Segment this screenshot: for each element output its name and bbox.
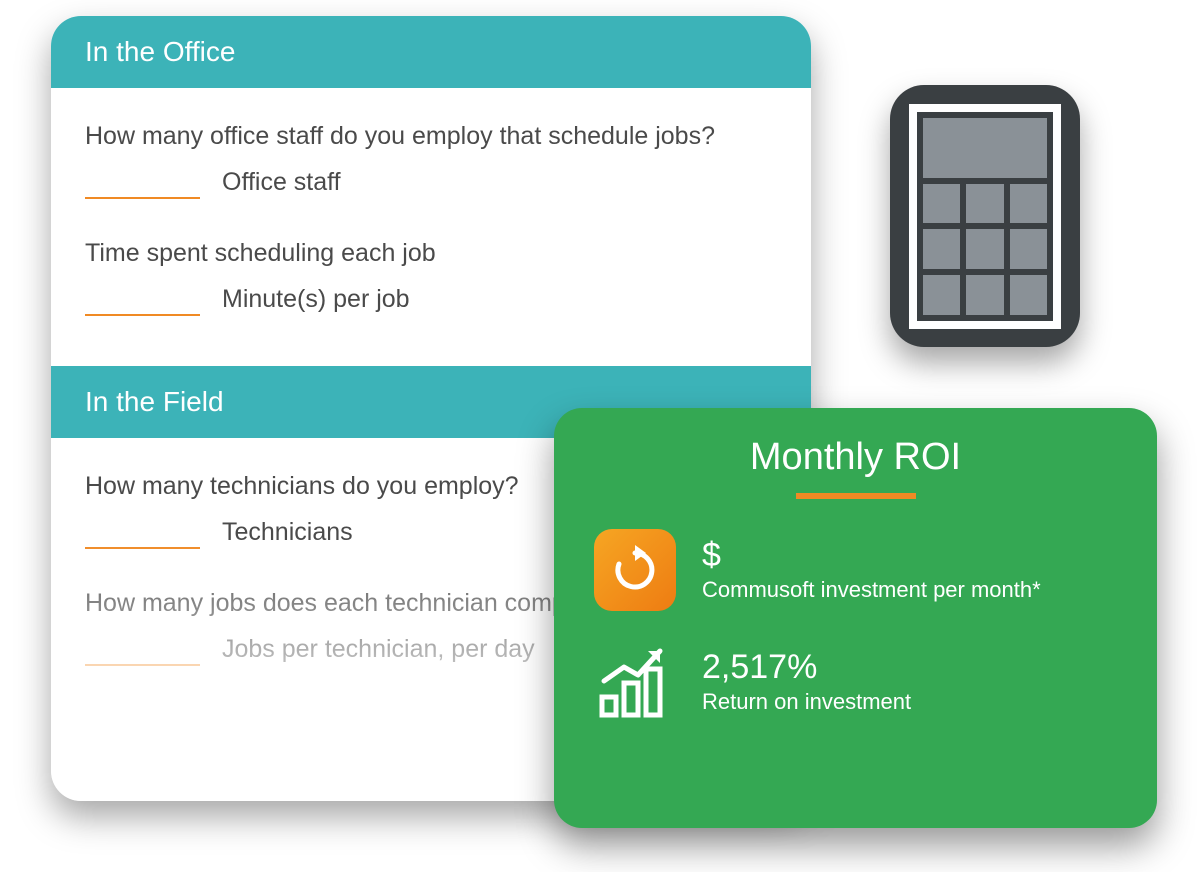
section-title: In the Office xyxy=(85,36,235,67)
time-per-job-input[interactable] xyxy=(85,284,200,316)
office-staff-input[interactable] xyxy=(85,167,200,199)
section-title: In the Field xyxy=(85,386,224,417)
growth-chart-icon xyxy=(594,641,676,723)
question-text: How many office staff do you employ that… xyxy=(85,122,777,151)
roi-return-row: 2,517% Return on investment xyxy=(594,641,1117,723)
monthly-roi-card: Monthly ROI $ Commusoft investment per m… xyxy=(554,408,1157,828)
calculator-screen xyxy=(923,118,1047,178)
calculator-key xyxy=(966,184,1003,224)
calculator-keypad xyxy=(917,184,1053,321)
input-unit-label: Office staff xyxy=(222,168,341,199)
calculator-key xyxy=(923,275,960,315)
calculator-key xyxy=(1010,184,1047,224)
return-label: Return on investment xyxy=(702,689,911,715)
calculator-key xyxy=(923,184,960,224)
input-unit-label: Technicians xyxy=(222,518,353,549)
calculator-key xyxy=(966,275,1003,315)
section-body-office: How many office staff do you employ that… xyxy=(51,88,811,366)
refresh-arrow-icon xyxy=(610,545,660,595)
question-input-row: Office staff xyxy=(85,167,777,199)
section-header-office: In the Office xyxy=(51,16,811,88)
calculator-body xyxy=(909,104,1061,329)
calculator-icon xyxy=(890,85,1080,347)
roi-title: Monthly ROI xyxy=(594,436,1117,479)
investment-label: Commusoft investment per month* xyxy=(702,577,1041,603)
roi-investment-text: $ Commusoft investment per month* xyxy=(702,537,1041,602)
calculator-key xyxy=(923,229,960,269)
calculator-key xyxy=(966,229,1003,269)
roi-return-text: 2,517% Return on investment xyxy=(702,649,911,714)
jobs-per-tech-input[interactable] xyxy=(85,634,200,666)
technicians-input[interactable] xyxy=(85,517,200,549)
calculator-key xyxy=(1010,229,1047,269)
input-unit-label: Jobs per technician, per day xyxy=(222,635,535,666)
roi-title-underline xyxy=(796,493,916,499)
calculator-key xyxy=(1010,275,1047,315)
return-value: 2,517% xyxy=(702,649,911,686)
input-unit-label: Minute(s) per job xyxy=(222,285,410,316)
cycle-icon xyxy=(594,529,676,611)
roi-investment-row: $ Commusoft investment per month* xyxy=(594,529,1117,611)
question-input-row: Minute(s) per job xyxy=(85,284,777,316)
question-text: Time spent scheduling each job xyxy=(85,239,777,268)
investment-value: $ xyxy=(702,537,1041,574)
